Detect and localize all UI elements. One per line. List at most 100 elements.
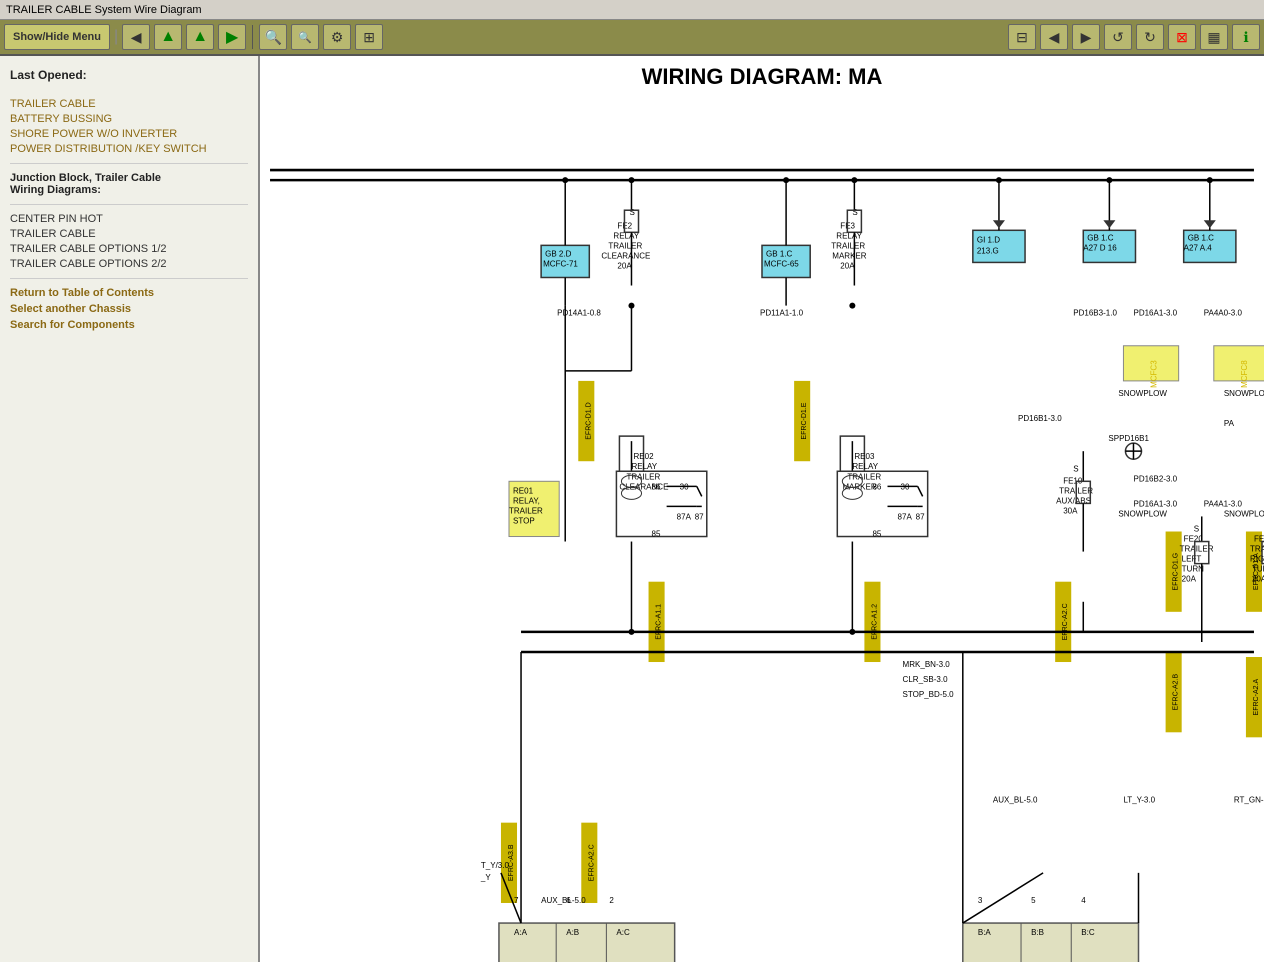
svg-text:3: 3 xyxy=(978,896,983,905)
right-btn-3[interactable]: ▶ xyxy=(1072,24,1100,50)
svg-text:PA4A1-3.0: PA4A1-3.0 xyxy=(1204,499,1243,508)
svg-text:TRAILER: TRAILER xyxy=(509,506,543,515)
divider-1 xyxy=(10,163,248,164)
svg-text:20A: 20A xyxy=(617,261,632,270)
settings-button[interactable]: ⚙ xyxy=(323,24,351,50)
sidebar-link-battery[interactable]: BATTERY BUSSING xyxy=(10,113,248,125)
svg-text:RELAY,: RELAY, xyxy=(513,496,540,505)
sidebar-select-chassis[interactable]: Select another Chassis xyxy=(10,303,248,315)
grid-button[interactable]: ⊞ xyxy=(355,24,383,50)
svg-text:85: 85 xyxy=(872,530,881,539)
svg-text:T_Y/3.0: T_Y/3.0 xyxy=(481,861,510,870)
svg-text:A:C: A:C xyxy=(616,928,630,937)
svg-text:_Y: _Y xyxy=(480,873,491,882)
svg-text:EFRC-D1.G: EFRC-D1.G xyxy=(1173,553,1180,591)
svg-text:S: S xyxy=(1194,525,1199,534)
svg-text:EFRC-D1.D: EFRC-D1.D xyxy=(585,402,592,439)
nav-back-button[interactable]: ◀ xyxy=(122,24,150,50)
svg-text:20A: 20A xyxy=(840,261,855,270)
svg-text:A:A: A:A xyxy=(514,928,528,937)
svg-text:S: S xyxy=(1073,464,1078,473)
svg-text:30A: 30A xyxy=(1063,506,1078,515)
sidebar-search[interactable]: Search for Components xyxy=(10,319,248,331)
svg-text:CLR_SB-3.0: CLR_SB-3.0 xyxy=(903,675,949,684)
svg-text:PA: PA xyxy=(1224,419,1235,428)
divider-3 xyxy=(10,278,248,279)
svg-text:PD16A1-3.0: PD16A1-3.0 xyxy=(1133,499,1177,508)
svg-text:MRK_BN-3.0: MRK_BN-3.0 xyxy=(903,660,951,669)
sidebar-item-center-pin[interactable]: CENTER PIN HOT xyxy=(10,213,248,225)
svg-text:EFRC-A2.B: EFRC-A2.B xyxy=(1173,674,1180,711)
svg-text:5: 5 xyxy=(1031,896,1036,905)
svg-text:SPPD16B1: SPPD16B1 xyxy=(1108,434,1149,443)
title-bar: TRAILER CABLE System Wire Diagram xyxy=(0,0,1264,20)
right-btn-4[interactable]: ↺ xyxy=(1104,24,1132,50)
zoom-in-button[interactable]: 🔍 xyxy=(259,24,287,50)
svg-text:PD16B3-1.0: PD16B3-1.0 xyxy=(1073,309,1117,318)
svg-text:B:A: B:A xyxy=(978,928,992,937)
svg-text:CLEARANCE: CLEARANCE xyxy=(601,251,650,260)
svg-text:STOP: STOP xyxy=(513,516,535,525)
svg-text:GB 1.C: GB 1.C xyxy=(1087,233,1113,242)
svg-text:PA4A0-3.0: PA4A0-3.0 xyxy=(1204,309,1243,318)
sidebar-link-power[interactable]: POWER DISTRIBUTION /KEY SWITCH xyxy=(10,143,248,155)
svg-text:STOP_BD-5.0: STOP_BD-5.0 xyxy=(903,690,955,699)
svg-text:20A: 20A xyxy=(1182,575,1197,584)
svg-text:RELAY: RELAY xyxy=(631,462,657,471)
svg-text:A:B: A:B xyxy=(566,928,579,937)
svg-text:RE02: RE02 xyxy=(633,452,654,461)
divider-2 xyxy=(10,204,248,205)
svg-text:PD16B2-3.0: PD16B2-3.0 xyxy=(1133,474,1177,483)
svg-text:A27 D 16: A27 D 16 xyxy=(1083,243,1117,252)
right-btn-7[interactable]: ▦ xyxy=(1200,24,1228,50)
svg-text:A27 A.4: A27 A.4 xyxy=(1184,243,1213,252)
svg-text:PD16B1-3.0: PD16B1-3.0 xyxy=(1018,414,1062,423)
right-btn-1[interactable]: ⊟ xyxy=(1008,24,1036,50)
sidebar-link-shore[interactable]: SHORE POWER W/O INVERTER xyxy=(10,128,248,140)
right-btn-5[interactable]: ↻ xyxy=(1136,24,1164,50)
svg-text:TRAILER: TRAILER xyxy=(626,472,660,481)
nav-up-green2-button[interactable]: ▲ xyxy=(186,24,214,50)
svg-text:LEFT: LEFT xyxy=(1182,555,1202,564)
svg-text:GB 2.D: GB 2.D xyxy=(545,249,571,258)
svg-text:213.G: 213.G xyxy=(977,246,999,255)
svg-text:85: 85 xyxy=(652,530,661,539)
svg-text:MARKER: MARKER xyxy=(832,251,867,260)
svg-text:TURN: TURN xyxy=(1252,565,1264,574)
svg-text:RT_GN-3.0: RT_GN-3.0 xyxy=(1234,796,1264,805)
zoom-out-button[interactable]: 🔍 xyxy=(291,24,319,50)
svg-text:TRAILER: TRAILER xyxy=(608,241,642,250)
toolbar-right: ⊟ ◀ ▶ ↺ ↻ ⊠ ▦ ℹ xyxy=(1008,24,1260,50)
svg-text:TRAILER: TRAILER xyxy=(847,472,881,481)
svg-text:MCFC3: MCFC3 xyxy=(1150,360,1159,388)
sidebar-item-options-1[interactable]: TRAILER CABLE OPTIONS 1/2 xyxy=(10,243,248,255)
right-btn-2[interactable]: ◀ xyxy=(1040,24,1068,50)
sidebar: Last Opened: TRAILER CABLE BATTERY BUSSI… xyxy=(0,56,260,962)
svg-text:MCFC-71: MCFC-71 xyxy=(543,259,578,268)
svg-text:SNOWPLOW: SNOWPLOW xyxy=(1224,509,1264,518)
svg-text:GI 1.D: GI 1.D xyxy=(977,235,1000,244)
nav-up-green-button[interactable]: ▲ xyxy=(154,24,182,50)
sidebar-return-toc[interactable]: Return to Table of Contents xyxy=(10,287,248,299)
svg-text:20A: 20A xyxy=(1252,575,1264,584)
svg-text:2: 2 xyxy=(609,896,614,905)
sidebar-item-trailer-cable[interactable]: TRAILER CABLE xyxy=(10,228,248,240)
sidebar-link-trailer-cable[interactable]: TRAILER CABLE xyxy=(10,98,248,110)
svg-text:MCFC-65: MCFC-65 xyxy=(764,259,799,268)
right-btn-6[interactable]: ⊠ xyxy=(1168,24,1196,50)
nav-right-green-button[interactable]: ▶ xyxy=(218,24,246,50)
wiring-diagram-svg: GB 2.D MCFC-71 S FE2 RELAY TRAILER CLEAR… xyxy=(260,101,1264,962)
svg-text:87A: 87A xyxy=(677,512,692,521)
junction-block-heading: Junction Block, Trailer CableWiring Diag… xyxy=(10,172,248,196)
svg-text:EFRC-A2.A: EFRC-A2.A xyxy=(1253,679,1260,716)
svg-text:RELAY: RELAY xyxy=(852,462,878,471)
svg-text:MCFC8: MCFC8 xyxy=(1240,360,1249,388)
sidebar-item-options-2[interactable]: TRAILER CABLE OPTIONS 2/2 xyxy=(10,258,248,270)
right-btn-8[interactable]: ℹ xyxy=(1232,24,1260,50)
show-hide-button[interactable]: Show/Hide Menu xyxy=(4,24,110,50)
sep1 xyxy=(252,25,253,49)
svg-text:RE03: RE03 xyxy=(854,452,875,461)
svg-text:PD11A1-1.0: PD11A1-1.0 xyxy=(760,309,804,318)
svg-text:TRAILER: TRAILER xyxy=(831,241,865,250)
svg-text:EFRC-D1.E: EFRC-D1.E xyxy=(801,402,808,439)
